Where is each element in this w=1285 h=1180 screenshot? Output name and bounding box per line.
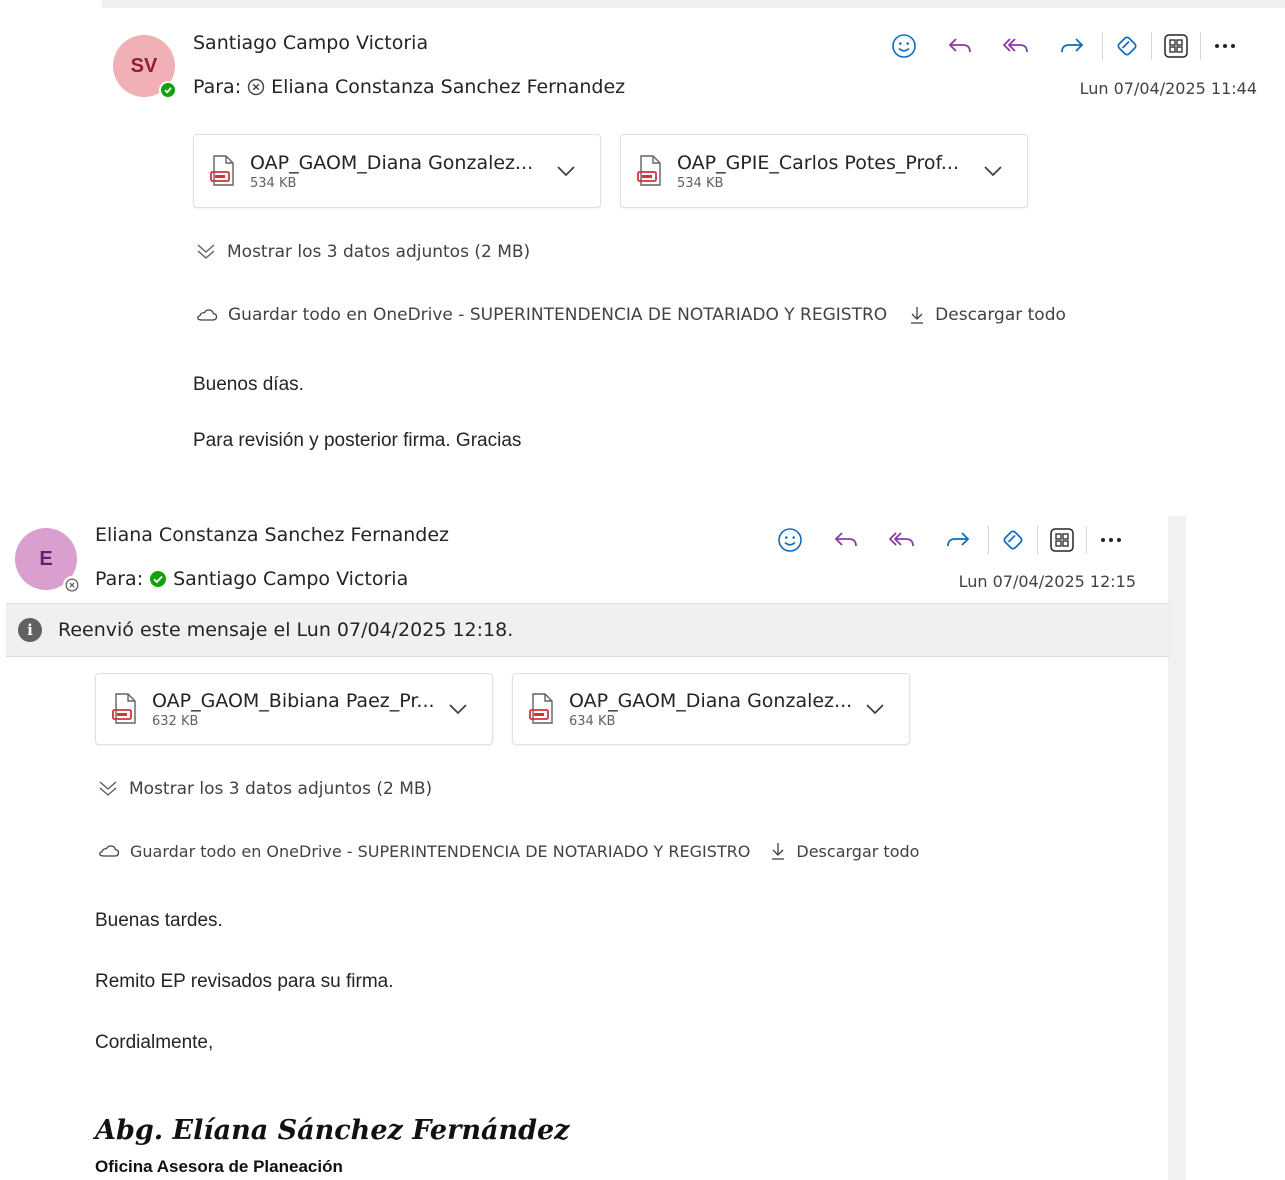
attachment-card[interactable]: OAP_GAOM_Diana Gonzalez... 634 KB [512,673,910,745]
recipient[interactable]: Eliana Constanza Sanchez Fernandez [247,76,625,98]
attachment-card[interactable]: OAP_GPIE_Carlos Potes_Prof... 534 KB [620,134,1028,208]
loop-icon[interactable] [1105,28,1149,64]
signature-name: Abg. Elíana Sánchez Fernández [95,1115,570,1146]
presence-available-icon [159,81,177,99]
reply-icon[interactable] [818,522,874,558]
reply-all-icon[interactable] [874,522,930,558]
apps-icon[interactable] [1154,28,1198,64]
to-line: Para: Eliana Constanza Sanchez Fernandez [193,76,625,98]
forwarded-notice-text: Reenvió este mensaje el Lun 07/04/2025 1… [58,619,514,641]
attachment-actions: Guardar todo en OneDrive - SUPERINTENDEN… [196,305,1066,325]
message-body-line: Para revisión y posterior firma. Gracias [193,430,522,451]
avatar-initials: SV [130,54,158,77]
download-icon [772,843,785,860]
pdf-file-icon [529,693,553,724]
download-all-label: Descargar todo [935,305,1066,325]
save-all-label: Guardar todo en OneDrive - SUPERINTENDEN… [130,841,751,861]
show-all-attachments-link[interactable]: Mostrar los 3 datos adjuntos (2 MB) [195,242,530,262]
apps-icon[interactable] [1040,522,1084,558]
message-date: Lun 07/04/2025 12:15 [958,572,1136,591]
cloud-icon [99,845,120,857]
action-separator [1200,32,1201,60]
action-separator [1151,32,1152,60]
info-icon: i [18,618,42,642]
recipient[interactable]: Santiago Campo Victoria [149,568,408,590]
download-all-link[interactable]: Descargar todo [909,305,1066,325]
save-all-onedrive-link[interactable]: Guardar todo en OneDrive - SUPERINTENDEN… [196,305,887,325]
show-all-label: Mostrar los 3 datos adjuntos (2 MB) [129,779,433,799]
action-separator [988,526,989,554]
attachment-size: 632 KB [152,713,199,729]
recipient-name: Santiago Campo Victoria [173,568,409,590]
to-line: Para: Santiago Campo Victoria [95,568,408,590]
action-separator [1037,526,1038,554]
show-all-attachments-link[interactable]: Mostrar los 3 datos adjuntos (2 MB) [97,779,432,799]
attachment-size: 634 KB [569,713,616,729]
show-all-label: Mostrar los 3 datos adjuntos (2 MB) [227,242,531,262]
emoji-icon[interactable] [876,28,932,64]
save-all-onedrive-link[interactable]: Guardar todo en OneDrive - SUPERINTENDEN… [98,842,750,861]
to-label: Para: [193,76,242,98]
message-actions [762,522,1133,558]
presence-available-icon [150,571,167,587]
more-icon[interactable] [1203,28,1247,64]
chevron-down-icon[interactable] [438,702,478,716]
attachment-name: OAP_GAOM_Bibiana Paez_Pr... [152,689,435,712]
presence-offline-icon [247,78,265,96]
chevron-down-icon[interactable] [973,164,1013,178]
avatar-initials: E [39,547,53,570]
double-chevron-down-icon [197,244,215,259]
save-all-label: Guardar todo en OneDrive - SUPERINTENDEN… [228,305,888,325]
attachment-actions: Guardar todo en OneDrive - SUPERINTENDEN… [98,841,919,861]
download-all-link[interactable]: Descargar todo [770,841,919,861]
action-separator [1102,32,1103,60]
forward-icon[interactable] [930,522,986,558]
message-body-line: Buenas tardes. [95,910,223,931]
sender-avatar[interactable]: SV [113,35,177,99]
signature-title: Oficina Asesora de Planeación [95,1157,343,1176]
download-all-label: Descargar todo [796,841,920,861]
pdf-file-icon [637,155,661,186]
message-actions [876,28,1247,64]
more-icon[interactable] [1089,522,1133,558]
attachment-name: OAP_GAOM_Diana Gonzalez... [569,689,853,712]
attachment-card[interactable]: OAP_GAOM_Bibiana Paez_Pr... 632 KB [95,673,493,745]
attachment-card[interactable]: OAP_GAOM_Diana Gonzalez... 534 KB [193,134,601,208]
chevron-down-icon[interactable] [855,702,895,716]
message-body-line: Buenos días. [193,374,304,395]
cloud-icon [197,309,218,321]
download-icon [911,307,924,324]
attachment-size: 534 KB [677,175,724,191]
reply-icon[interactable] [932,28,988,64]
forward-icon[interactable] [1044,28,1100,64]
message-body-line: Remito EP revisados para su firma. [95,971,394,992]
attachment-size: 534 KB [250,175,297,191]
pdf-file-icon [210,155,234,186]
reply-all-icon[interactable] [988,28,1044,64]
sender-avatar[interactable]: E [15,528,81,594]
message-date: Lun 07/04/2025 11:44 [1079,79,1257,98]
to-label: Para: [95,568,144,590]
message-1: SV Santiago Campo Victoria Para: Eliana … [0,0,1285,470]
chevron-down-icon[interactable] [546,164,586,178]
forwarded-notice-bar: i Reenvió este mensaje el Lun 07/04/2025… [6,603,1170,657]
pdf-file-icon [112,693,136,724]
sender-name[interactable]: Santiago Campo Victoria [193,32,428,54]
emoji-icon[interactable] [762,522,818,558]
action-separator [1086,526,1087,554]
sender-name[interactable]: Eliana Constanza Sanchez Fernandez [95,524,449,546]
recipient-name: Eliana Constanza Sanchez Fernandez [271,76,626,98]
message-body-line: Cordialmente, [95,1032,214,1053]
attachment-name: OAP_GPIE_Carlos Potes_Prof... [677,151,959,174]
double-chevron-down-icon [99,781,117,796]
presence-offline-icon [63,576,81,594]
attachment-name: OAP_GAOM_Diana Gonzalez... [250,151,534,174]
loop-icon[interactable] [991,522,1035,558]
